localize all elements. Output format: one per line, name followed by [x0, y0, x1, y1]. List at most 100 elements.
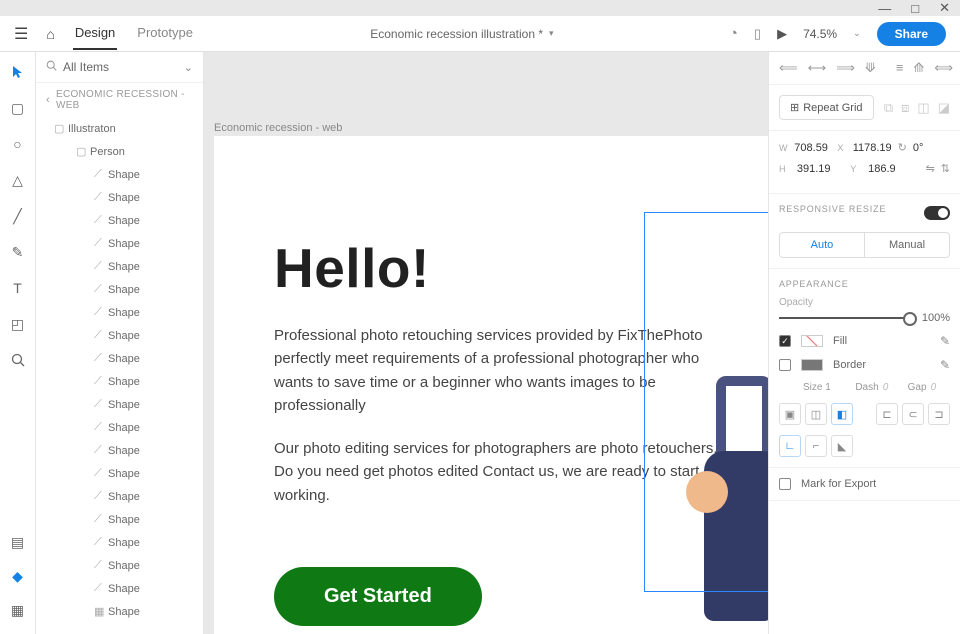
cap-butt-icon[interactable]: ⊏ [876, 403, 898, 425]
cap-round-icon[interactable]: ⊂ [902, 403, 924, 425]
resize-mode-segment[interactable]: Auto Manual [779, 232, 950, 258]
opacity-value[interactable]: 100% [922, 312, 950, 324]
width-field[interactable]: 708.59 [794, 142, 831, 154]
size-field[interactable]: 1 [825, 382, 831, 393]
repeat-grid-button[interactable]: ⊞Repeat Grid [779, 95, 874, 120]
align-bottom-icon[interactable]: ⟱ [865, 60, 876, 76]
line-tool[interactable]: ╱ [8, 206, 28, 226]
align-left-icon[interactable]: ⟸ [779, 60, 798, 76]
document-title[interactable]: Economic recession illustration * [370, 27, 543, 41]
text-tool[interactable]: T [8, 278, 28, 298]
layer-shape[interactable]: ⟋Shape [36, 232, 203, 255]
layer-shape[interactable]: ⟋Shape [36, 531, 203, 554]
align-top-icon[interactable]: ⟰ [913, 60, 924, 76]
layer-shape[interactable]: ⟋Shape [36, 485, 203, 508]
device-icon[interactable]: ▯ [754, 26, 761, 42]
menu-icon[interactable]: ☰ [14, 24, 28, 44]
select-tool[interactable] [8, 62, 28, 82]
layer-shape[interactable]: ⟋Shape [36, 278, 203, 301]
layer-folder[interactable]: ▢Person [36, 140, 203, 163]
boolean-subtract-icon[interactable]: ⧈ [901, 100, 909, 116]
stroke-outer-icon[interactable]: ◧ [831, 403, 853, 425]
play-icon[interactable]: ▶ [777, 26, 787, 42]
responsive-toggle[interactable] [924, 206, 950, 220]
chevron-down-icon[interactable]: ⌄ [184, 61, 193, 74]
mark-export-checkbox[interactable] [779, 478, 791, 490]
border-checkbox[interactable] [779, 359, 791, 371]
layer-shape[interactable]: ▦Shape [36, 600, 203, 623]
layer-shape[interactable]: ⟋Shape [36, 255, 203, 278]
home-icon[interactable]: ⌂ [46, 26, 54, 42]
chevron-down-icon[interactable]: ⌄ [853, 28, 861, 39]
boolean-exclude-icon[interactable]: ◪ [938, 100, 950, 116]
window-close[interactable]: ✕ [939, 0, 950, 16]
layer-shape[interactable]: ⟋Shape [36, 439, 203, 462]
tab-prototype[interactable]: Prototype [135, 17, 195, 50]
zoom-value[interactable]: 74.5% [803, 27, 837, 41]
join-bevel-icon[interactable]: ◣ [831, 435, 853, 457]
artboard-tool[interactable]: ◰ [8, 314, 28, 334]
window-minimize[interactable]: — [878, 1, 891, 16]
cap-square-icon[interactable]: ⊐ [928, 403, 950, 425]
layer-breadcrumb[interactable]: ‹ ECONOMIC RECESSION - WEB [36, 83, 203, 117]
canvas[interactable]: Economic recession - web Hello! Professi… [204, 52, 768, 634]
join-round-icon[interactable]: ⌐ [805, 435, 827, 457]
polygon-tool[interactable]: △ [8, 170, 28, 190]
artboard[interactable]: Hello! Professional photo retouching ser… [214, 136, 768, 634]
layer-shape[interactable]: ⟋Shape [36, 370, 203, 393]
chevron-down-icon[interactable]: ▾ [549, 28, 554, 39]
pen-tool[interactable]: ✎ [8, 242, 28, 262]
layer-shape[interactable]: ⟋Shape [36, 462, 203, 485]
user-icon[interactable]: ◔ [729, 25, 738, 42]
layer-shape[interactable]: ⟋Shape [36, 416, 203, 439]
ellipse-tool[interactable]: ○ [8, 134, 28, 154]
fill-checkbox[interactable]: ✓ [779, 335, 791, 347]
height-field[interactable]: 391.19 [797, 163, 844, 175]
layer-shape[interactable]: ⟋Shape [36, 508, 203, 531]
dash-field[interactable]: 0 [883, 382, 889, 393]
assets-panel-icon[interactable]: ▤ [8, 532, 28, 552]
rectangle-tool[interactable]: ▢ [8, 98, 28, 118]
align-center-v-icon[interactable]: ⟺ [934, 60, 953, 76]
flip-h-icon[interactable]: ⇋ [926, 162, 935, 175]
layer-shape[interactable]: ⟋Shape [36, 301, 203, 324]
gap-field[interactable]: 0 [931, 382, 937, 393]
eyedropper-icon[interactable]: ✎ [940, 334, 950, 348]
join-miter-icon[interactable]: ∟ [779, 435, 801, 457]
share-button[interactable]: Share [877, 22, 946, 46]
layer-shape[interactable]: ⟋Shape [36, 209, 203, 232]
y-field[interactable]: 186.9 [868, 163, 915, 175]
plugins-panel-icon[interactable]: ▦ [8, 600, 28, 620]
layer-shape[interactable]: ⟋Shape [36, 186, 203, 209]
layer-shape[interactable]: ⟋Shape [36, 163, 203, 186]
rotation-field[interactable]: 0° [913, 142, 950, 154]
rotate-icon[interactable]: ↻ [898, 141, 907, 154]
tab-design[interactable]: Design [73, 17, 117, 50]
layer-shape[interactable]: ⟋Shape [36, 554, 203, 577]
layer-folder[interactable]: ▢Illustraton [36, 117, 203, 140]
distribute-h-icon[interactable]: ≡ [896, 60, 904, 76]
stroke-inner-icon[interactable]: ▣ [779, 403, 801, 425]
flip-v-icon[interactable]: ⇅ [941, 162, 950, 175]
eyedropper-icon[interactable]: ✎ [940, 358, 950, 372]
layer-search[interactable]: All Items ⌄ [36, 52, 203, 83]
layer-shape[interactable]: ⟋Shape [36, 324, 203, 347]
opacity-slider[interactable] [779, 317, 912, 319]
layer-shape[interactable]: ⟋Shape [36, 347, 203, 370]
layer-shape[interactable]: ⟋Shape [36, 393, 203, 416]
align-center-h-icon[interactable]: ⟷ [808, 60, 827, 76]
boolean-intersect-icon[interactable]: ◫ [917, 100, 929, 116]
boolean-add-icon[interactable]: ⧉ [884, 100, 893, 116]
artboard-label[interactable]: Economic recession - web [214, 122, 342, 134]
stroke-center-icon[interactable]: ◫ [805, 403, 827, 425]
x-field[interactable]: 1178.19 [853, 142, 892, 154]
align-right-icon[interactable]: ⟹ [836, 60, 855, 76]
manual-option[interactable]: Manual [865, 233, 949, 257]
layers-panel-icon[interactable]: ◆ [8, 566, 28, 586]
auto-option[interactable]: Auto [780, 233, 865, 257]
layer-shape[interactable]: ⟋Shape [36, 577, 203, 600]
window-maximize[interactable]: □ [911, 1, 919, 16]
border-swatch[interactable] [801, 359, 823, 371]
fill-swatch[interactable] [801, 335, 823, 347]
zoom-tool[interactable] [8, 350, 28, 370]
